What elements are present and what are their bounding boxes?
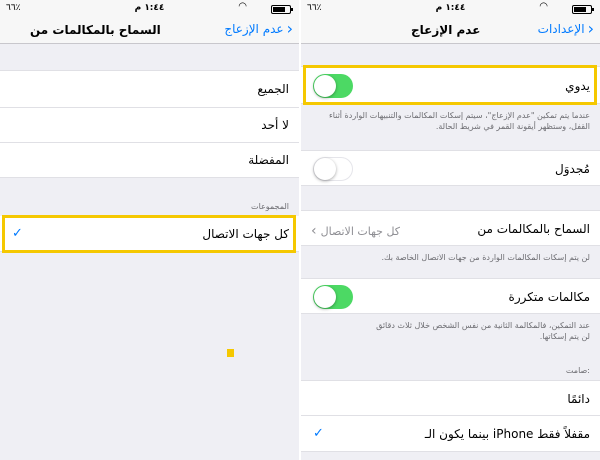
scheduled-toggle[interactable] — [313, 157, 353, 181]
status-bar: ٦٦٪ ١:٤٤ م ◠ — [0, 0, 299, 18]
scheduled-label: مُجدوَل — [555, 162, 590, 176]
silence-always-label: دائمًا — [567, 392, 590, 406]
option-label: المفضلة — [248, 153, 289, 167]
back-label: الإعدادات — [537, 22, 585, 36]
page-title: عدم الإزعاج — [411, 23, 481, 37]
right-screen: ٦٦٪ ١:٤٤ م ◠ عدم الإزعاج الإعدادات › يدو… — [301, 0, 600, 460]
back-label: عدم الإزعاج — [224, 22, 284, 36]
allow-calls-footnote: لن يتم إسكات المكالمات الواردة من جهات ا… — [381, 253, 590, 262]
repeated-footnote: عند التمكين، فالمكالمة الثانية من نفس ال… — [376, 321, 590, 341]
allow-calls-row[interactable]: السماح بالمكالمات من ‹ كل جهات الاتصال — [301, 210, 600, 246]
repeated-calls-toggle[interactable] — [313, 285, 353, 309]
option-no-one[interactable]: لا أحد — [0, 108, 299, 143]
repeated-calls-label: مكالمات متكررة — [508, 290, 590, 304]
status-bar: ٦٦٪ ١:٤٤ م ◠ — [301, 0, 600, 18]
back-button[interactable]: الإعدادات › — [537, 19, 594, 38]
battery-icon — [572, 5, 594, 14]
manual-footnote: عندما يتم تمكين "عدم الإزعاج"، سيتم إسكا… — [328, 111, 590, 131]
status-time: ١:٤٤ م — [134, 3, 165, 13]
left-screen: ٦٦٪ ١:٤٤ م ◠ السماح بالمكالمات من عدم ال… — [0, 0, 299, 460]
nav-bar: السماح بالمكالمات من عدم الإزعاج › — [0, 18, 299, 44]
yellow-marker — [227, 349, 234, 357]
back-button[interactable]: عدم الإزعاج › — [224, 19, 293, 38]
option-favorites[interactable]: المفضلة — [0, 143, 299, 178]
manual-toggle[interactable] — [313, 74, 353, 98]
silence-locked-label: بينما يكون الـ iPhone مقفلاً فقط — [424, 427, 590, 441]
silence-header: صامت: — [565, 366, 590, 375]
allow-calls-label: السماح بالمكالمات من — [477, 222, 590, 236]
manual-label: يدوي — [565, 79, 590, 93]
scheduled-row: مُجدوَل — [301, 150, 600, 186]
battery-icon — [271, 5, 293, 14]
wifi-icon: ◠ — [539, 1, 548, 12]
option-label: كل جهات الاتصال — [202, 227, 289, 241]
nav-bar: عدم الإزعاج الإعدادات › — [301, 18, 600, 44]
checkmark-icon: ✓ — [12, 226, 23, 241]
chevron-right-icon: › — [286, 19, 293, 38]
option-everyone[interactable]: الجميع — [0, 70, 299, 108]
checkmark-icon: ✓ — [313, 426, 324, 441]
status-time: ١:٤٤ م — [435, 3, 466, 13]
wifi-icon: ◠ — [238, 1, 247, 12]
chevron-right-icon: › — [587, 19, 594, 38]
option-label: الجميع — [257, 82, 289, 96]
groups-header: المجموعات — [251, 202, 289, 211]
repeated-calls-row: مكالمات متكررة — [301, 278, 600, 314]
page-title: السماح بالمكالمات من — [30, 23, 161, 37]
option-label: لا أحد — [261, 118, 289, 132]
silence-always-row[interactable]: دائمًا — [301, 380, 600, 416]
option-all-contacts[interactable]: كل جهات الاتصال ✓ — [0, 216, 299, 252]
allow-calls-value-text: كل جهات الاتصال — [320, 224, 401, 238]
allow-calls-value: ‹ كل جهات الاتصال — [311, 223, 400, 239]
chevron-left-icon: ‹ — [311, 223, 317, 239]
silence-locked-row[interactable]: بينما يكون الـ iPhone مقفلاً فقط ✓ — [301, 416, 600, 452]
manual-row: يدوي — [301, 66, 600, 104]
